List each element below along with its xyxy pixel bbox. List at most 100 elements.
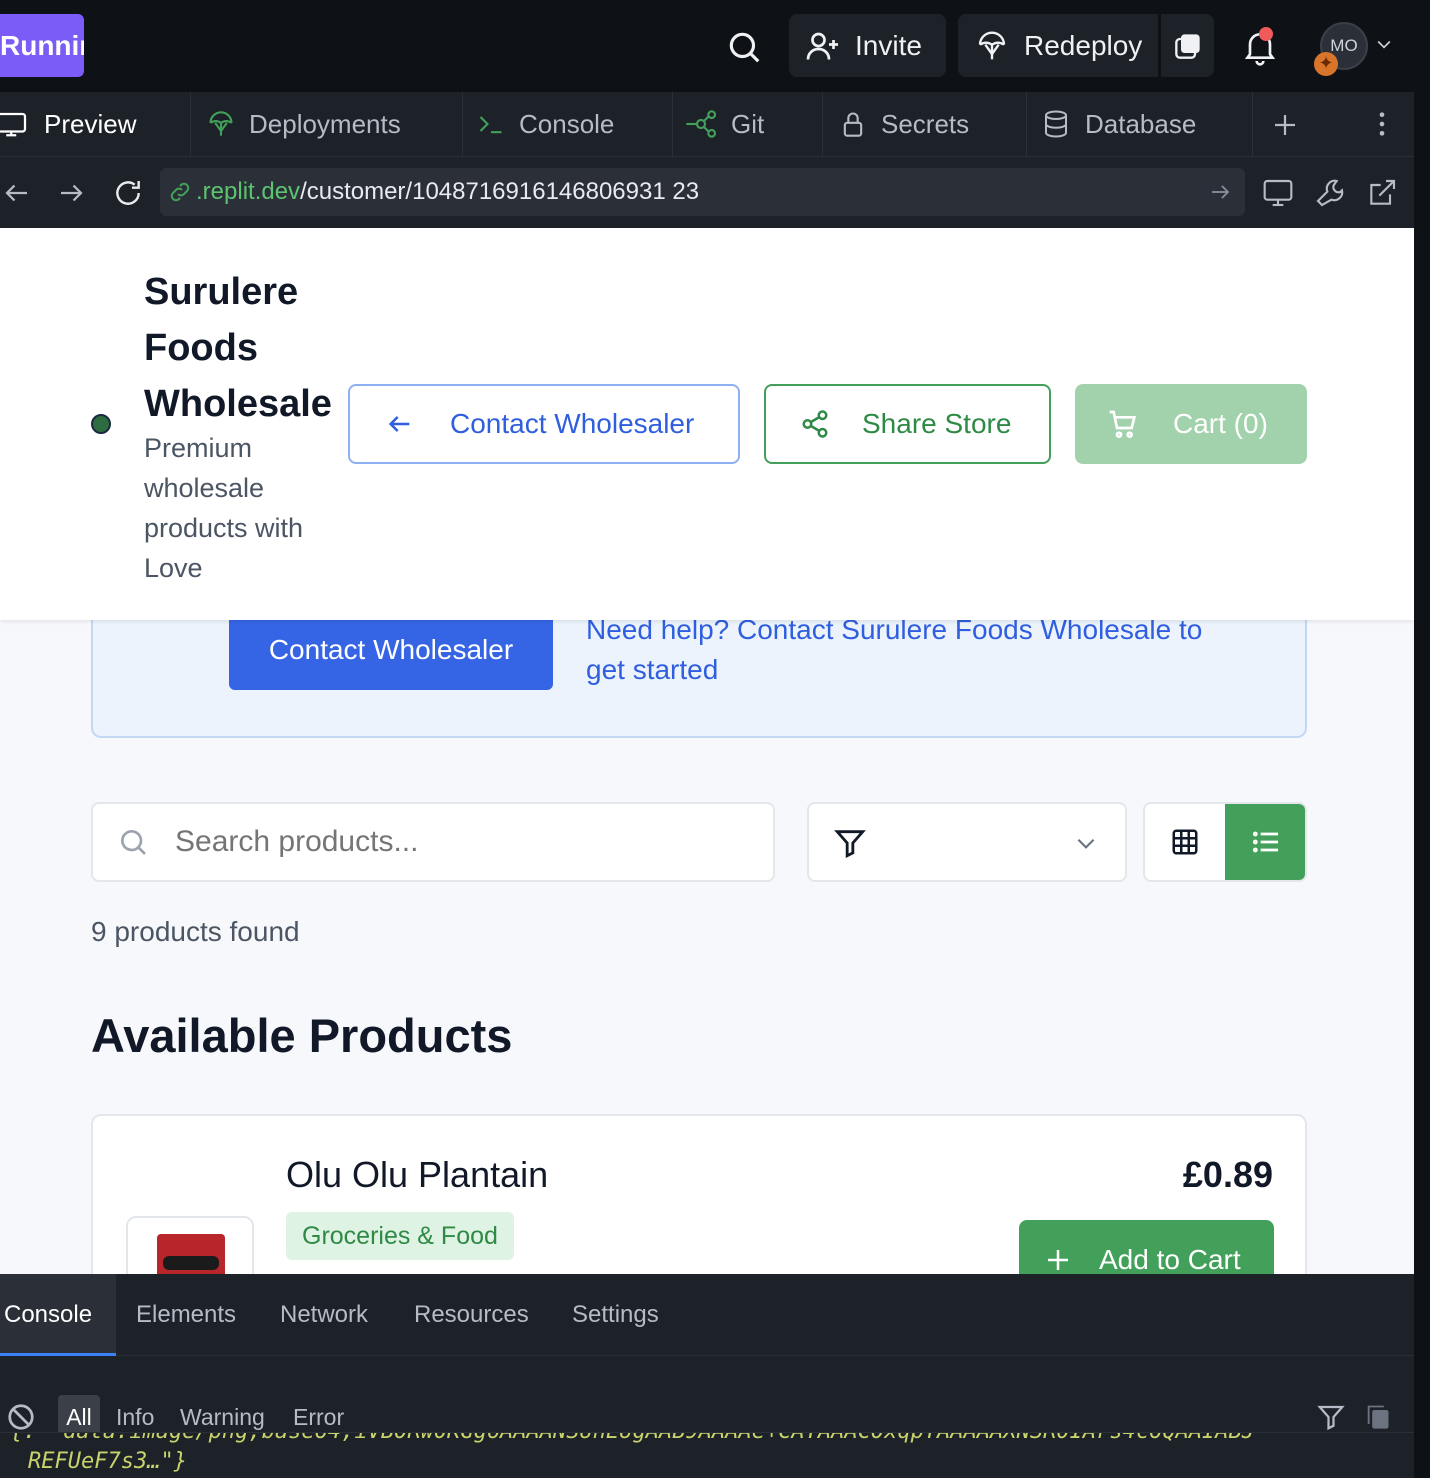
add-user-icon <box>805 28 841 64</box>
package-label <box>163 1256 219 1270</box>
forward-arrow-icon[interactable] <box>56 178 86 208</box>
redeploy-button[interactable]: Redeploy <box>958 14 1158 77</box>
add-tab-icon[interactable] <box>1270 110 1300 140</box>
add-to-cart-button[interactable]: Add to Cart <box>1019 1220 1274 1274</box>
notifications-bell-icon[interactable] <box>1240 26 1280 66</box>
deploy-icon <box>207 110 235 138</box>
invite-label: Invite <box>855 29 922 61</box>
redeploy-label: Redeploy <box>1024 29 1143 61</box>
plantain-chips-package <box>157 1234 225 1274</box>
devtools-tab-elements[interactable]: Elements <box>136 1274 236 1356</box>
invite-button[interactable]: Invite <box>789 14 946 77</box>
terminal-icon <box>477 110 505 138</box>
results-count: 9 products found <box>91 916 300 947</box>
wrench-icon[interactable] <box>1314 177 1346 209</box>
search-input[interactable] <box>175 825 735 859</box>
more-options-icon[interactable] <box>1368 109 1396 139</box>
go-arrow-icon[interactable] <box>1208 180 1232 204</box>
banner-contact-button[interactable]: Contact Wholesaler <box>229 610 553 690</box>
store-header: Surulere Foods Wholesale Premium wholesa… <box>0 228 1414 620</box>
product-price: £0.89 <box>1182 1154 1273 1195</box>
run-label: Running <box>0 30 84 61</box>
list-icon <box>1250 826 1282 858</box>
category-filter-select[interactable] <box>807 802 1127 882</box>
devtools-tab-bar: Console Elements Network Resources Setti… <box>0 1274 1414 1356</box>
database-icon <box>1041 109 1071 139</box>
git-branch-icon <box>685 108 717 140</box>
run-button[interactable]: Running <box>0 14 84 77</box>
category-badge: Groceries & Food <box>286 1212 514 1260</box>
filter-icon[interactable] <box>1316 1402 1346 1432</box>
browser-url-row: .replit.dev/customer/1048716916146806931… <box>0 156 1414 228</box>
share-store-button[interactable]: Share Store <box>764 384 1051 464</box>
workspace-tab-bar: Preview Deployments Console Git Secrets … <box>0 92 1414 156</box>
window-icon <box>1174 32 1202 60</box>
tab-label: Console <box>519 108 615 139</box>
devtools-tab-resources[interactable]: Resources <box>414 1274 529 1356</box>
devtools-panel: Console Elements Network Resources Setti… <box>0 1274 1414 1478</box>
grid-icon <box>1170 827 1200 857</box>
banner-text-line: get started <box>586 654 719 685</box>
button-label: Add to Cart <box>1099 1244 1241 1274</box>
section-title: Available Products <box>91 1009 513 1062</box>
search-icon <box>117 826 149 858</box>
tagline-line: Premium <box>144 433 253 463</box>
avatar-initials: MO <box>1330 36 1358 55</box>
cart-icon <box>1107 408 1139 440</box>
filter-icon <box>833 826 867 860</box>
store-name-line: Wholesale <box>144 383 332 425</box>
store-tagline: Premium wholesale products with Love <box>144 428 303 588</box>
console-log-area: {: "data:image/png;base64,iVBORw0KGgoAAA… <box>0 1432 1414 1478</box>
reload-icon[interactable] <box>112 177 144 209</box>
search-box[interactable] <box>91 802 775 882</box>
tab-label: Database <box>1085 108 1197 139</box>
tab-database[interactable]: Database <box>1027 92 1253 156</box>
tagline-line: Love <box>144 553 203 583</box>
chevron-down-icon <box>1073 830 1099 856</box>
devtools-tab-console[interactable]: Console <box>0 1274 116 1356</box>
contact-wholesaler-button[interactable]: Contact Wholesaler <box>348 384 740 464</box>
grid-view-button[interactable] <box>1145 804 1225 880</box>
tab-git[interactable]: Git <box>673 92 823 156</box>
store-logo <box>91 414 111 434</box>
store-name: Surulere Foods Wholesale <box>144 264 332 432</box>
window-edge <box>1414 92 1430 1478</box>
devtools-tab-network[interactable]: Network <box>280 1274 368 1356</box>
lock-icon <box>839 110 867 138</box>
tab-console[interactable]: Console <box>463 92 673 156</box>
search-icon[interactable] <box>725 28 763 66</box>
top-bar: Running Invite Redeploy MO ✦ <box>0 0 1430 92</box>
tab-preview[interactable]: Preview <box>0 92 191 156</box>
deploy-status-button[interactable] <box>1161 14 1214 77</box>
plus-icon <box>1043 1245 1073 1274</box>
button-label: Share Store <box>862 408 1012 439</box>
arrow-left-icon <box>386 410 414 438</box>
tab-deployments[interactable]: Deployments <box>191 92 463 156</box>
banner-help-text: Need help? Contact Surulere Foods Wholes… <box>586 610 1202 690</box>
console-log-line: REFUeF7s3…"} <box>28 1449 187 1474</box>
tab-label: Secrets <box>881 108 970 139</box>
button-label: Contact Wholesaler <box>450 408 695 439</box>
list-view-button[interactable] <box>1225 804 1305 880</box>
url-input[interactable]: .replit.dev/customer/1048716916146806931… <box>160 168 1245 216</box>
notification-dot <box>1259 27 1273 41</box>
clear-console-icon[interactable] <box>6 1402 36 1432</box>
link-icon <box>168 180 192 204</box>
device-preview-icon[interactable] <box>1262 177 1294 209</box>
store-name-line: Surulere <box>144 271 299 313</box>
sparkle-badge-icon: ✦ <box>1314 52 1338 76</box>
share-icon <box>800 409 830 439</box>
product-image <box>126 1216 254 1274</box>
button-label: Cart (0) <box>1173 408 1268 439</box>
chevron-down-icon[interactable] <box>1374 34 1394 54</box>
cart-button[interactable]: Cart (0) <box>1075 384 1307 464</box>
open-external-icon[interactable] <box>1366 177 1398 209</box>
back-arrow-icon[interactable] <box>2 178 32 208</box>
tagline-line: products with <box>144 513 304 543</box>
view-toggle <box>1143 802 1307 882</box>
copy-icon[interactable] <box>1364 1402 1392 1432</box>
devtools-tab-settings[interactable]: Settings <box>572 1274 659 1356</box>
product-name: Olu Olu Plantain <box>286 1154 549 1195</box>
tab-secrets[interactable]: Secrets <box>823 92 1027 156</box>
tab-label: Preview <box>44 108 137 139</box>
